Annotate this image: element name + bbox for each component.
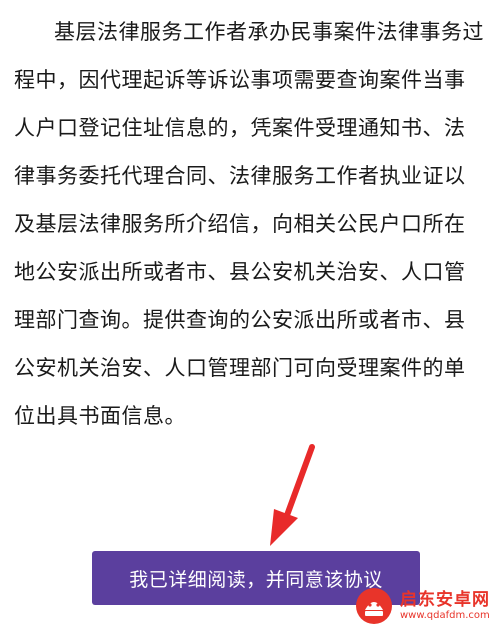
- agreement-text: 基层法律服务工作者承办民事案件法律事务过程中，因代理起诉等诉讼事项需要查询案件当…: [14, 20, 484, 428]
- watermark-logo-icon: [356, 588, 392, 624]
- watermark-name: 启东安卓网: [400, 590, 490, 611]
- watermark: 启东安卓网 www.qdafdm.com: [354, 583, 494, 629]
- watermark-url: www.qdafdm.com: [400, 609, 490, 621]
